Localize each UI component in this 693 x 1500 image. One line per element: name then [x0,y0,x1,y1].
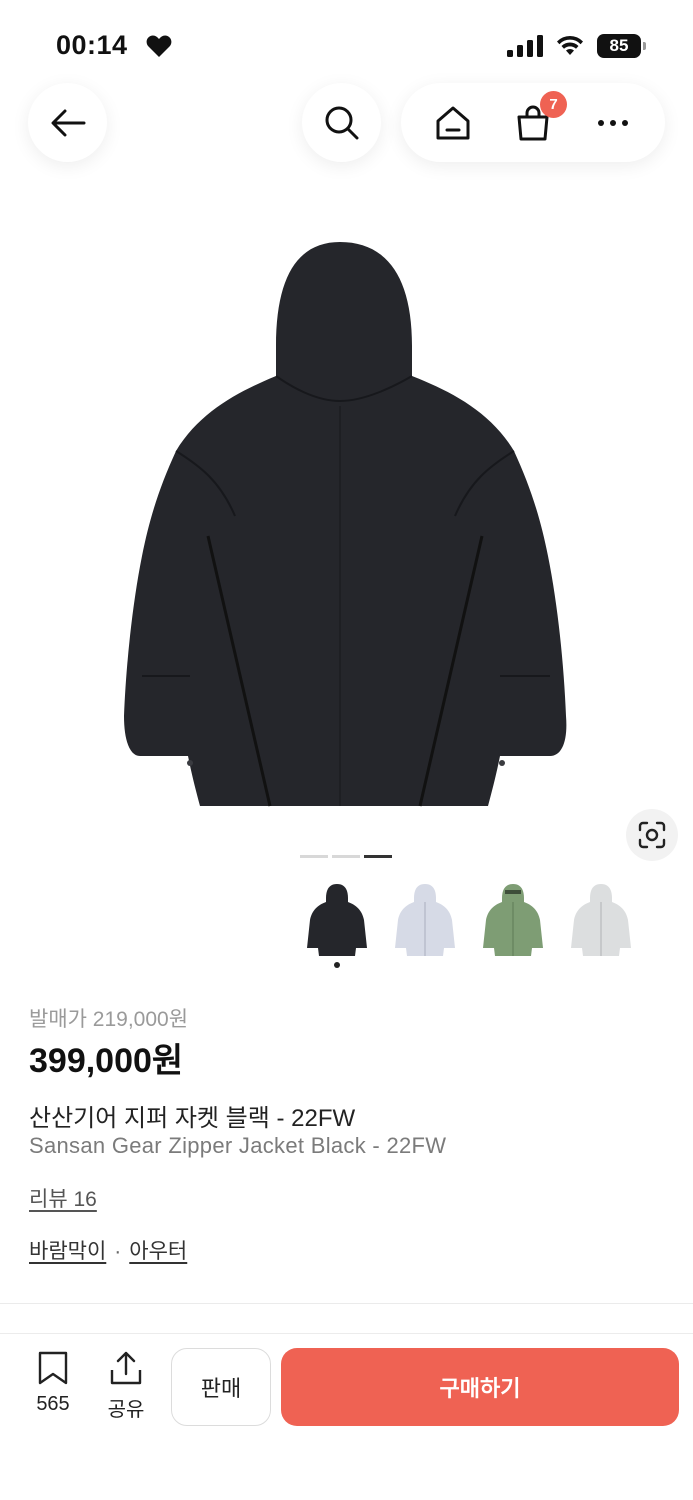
current-price: 399,000원 [29,1042,184,1080]
status-time: 00:14 [56,30,128,60]
more-button[interactable] [593,103,633,143]
jacket-thumbnail-lavender [395,884,455,956]
jacket-thumbnail-light-gray [571,884,631,956]
more-dots-icon [598,119,628,126]
arrow-left-icon [51,109,85,136]
back-button[interactable] [28,83,107,162]
home-button[interactable] [433,103,473,143]
bookmark-count: 565 [36,1393,70,1415]
sell-button[interactable]: 판매 [171,1348,271,1426]
thumbnail-black[interactable] [302,878,372,968]
share-label: 공유 [107,1399,145,1421]
pager-dot [300,855,328,858]
bookmark-icon [38,1351,68,1385]
visual-search-button[interactable] [626,809,678,861]
status-bar: 00:14 85 [0,0,693,92]
product-title-english: Sansan Gear Zipper Jacket Black - 22FW [29,1133,447,1158]
jacket-thumbnail-green [483,884,543,956]
search-icon [325,106,358,139]
search-button[interactable] [302,83,381,162]
category-separator: · [114,1240,122,1263]
share-button[interactable]: 공유 [97,1350,155,1422]
bookmark-button[interactable]: 565 [24,1350,82,1416]
review-link[interactable]: 리뷰 16 [29,1183,97,1213]
category-link-outer[interactable]: 아우터 [129,1240,187,1263]
lens-scan-icon [638,821,666,849]
release-price: 발매가 219,000원 [29,1008,189,1031]
product-title-korean: 산산기어 지퍼 자켓 블랙 - 22FW [29,1105,356,1132]
cart-count-badge: 7 [540,90,567,118]
battery-tip [643,42,646,50]
category-link-windbreaker[interactable]: 바람막이 [29,1240,106,1263]
share-icon [110,1351,142,1385]
signal-icon [507,35,543,57]
thumbnail-green[interactable] [478,878,548,968]
selected-thumbnail-dot [334,962,340,968]
battery-indicator: 85 [597,34,647,58]
image-pager [300,855,392,858]
cart-button[interactable]: 7 [513,90,567,143]
thumbnail-lavender[interactable] [390,878,460,968]
bottom-action-bar: 565 공유 판매 구매하기 [0,1333,693,1500]
heart-icon [146,35,172,57]
home-icon [436,106,470,139]
pager-dot-active [364,855,392,858]
jacket-thumbnail-black [307,884,367,956]
section-divider [0,1303,693,1304]
nav-action-group: 7 [401,83,665,162]
buy-button[interactable]: 구매하기 [281,1348,679,1426]
color-thumbnails [302,878,636,968]
wifi-icon [557,35,583,55]
category-breadcrumb: 바람막이 · 아우터 [29,1235,187,1265]
pager-dot [332,855,360,858]
battery-level: 85 [597,34,641,58]
product-image[interactable] [110,236,580,816]
thumbnail-light-gray[interactable] [566,878,636,968]
